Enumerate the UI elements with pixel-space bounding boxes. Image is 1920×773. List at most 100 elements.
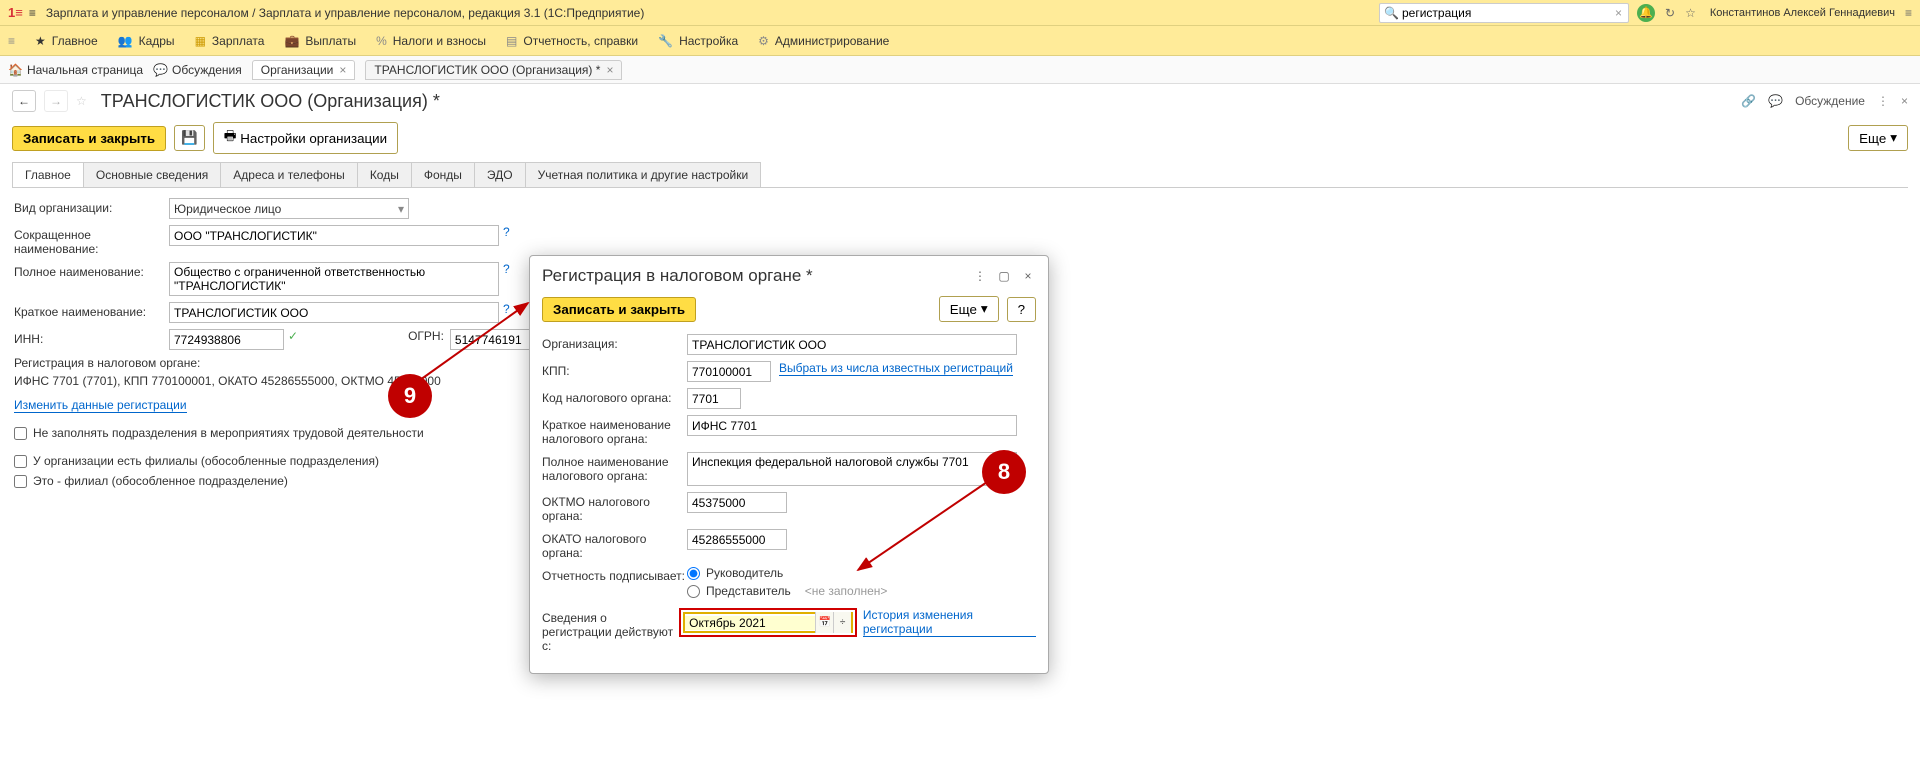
percent-icon: %	[376, 34, 387, 48]
save-icon: 💾	[181, 130, 198, 146]
favorite-toggle-icon[interactable]: ☆	[76, 94, 87, 108]
dlg-signer-label: Отчетность подписывает:	[542, 566, 687, 583]
calendar-icon[interactable]: 📅	[815, 612, 833, 633]
page-header: ← → ☆ ТРАНСЛОГИСТИК ООО (Организация) * …	[0, 84, 1920, 118]
menu-payments[interactable]: 💼Выплаты	[284, 34, 356, 48]
wrench-icon: 🔧	[658, 34, 673, 48]
help-icon[interactable]: ?	[503, 262, 510, 276]
more-button[interactable]: Еще ▾	[1848, 125, 1908, 151]
dlg-kpp-input[interactable]	[687, 361, 771, 382]
dialog-kebab-icon[interactable]: ⋮	[972, 269, 988, 283]
dlg-taxshort-input[interactable]	[687, 415, 1017, 436]
search-clear-icon[interactable]: ×	[1613, 6, 1624, 20]
tab-discussions[interactable]: 💬Обсуждения	[153, 63, 242, 77]
menu-hr[interactable]: 👥Кадры	[118, 34, 175, 48]
dlg-org-input[interactable]	[687, 334, 1017, 355]
nav-back-button[interactable]: ←	[12, 90, 36, 112]
favorites-icon[interactable]: ☆	[1685, 6, 1696, 20]
dialog-save-close-button[interactable]: Записать и закрыть	[542, 297, 696, 322]
tab-current-org[interactable]: ТРАНСЛОГИСТИК ООО (Организация) *×	[365, 60, 622, 80]
brief-name-label: Краткое наименование:	[14, 302, 169, 319]
ogrn-input[interactable]	[450, 329, 540, 350]
star-icon: ★	[35, 34, 46, 48]
menu-toggle-icon[interactable]: ≡	[29, 6, 36, 20]
formtab-main[interactable]: Главное	[12, 162, 84, 187]
user-menu-icon[interactable]: ≡	[1905, 6, 1912, 20]
dialog-close-icon[interactable]: ×	[1020, 269, 1036, 283]
brief-name-input[interactable]	[169, 302, 499, 323]
formtab-policy[interactable]: Учетная политика и другие настройки	[525, 162, 762, 187]
form-tabs: Главное Основные сведения Адреса и телеф…	[12, 162, 1908, 188]
close-page-icon[interactable]: ×	[1901, 94, 1908, 108]
formtab-addresses[interactable]: Адреса и телефоны	[220, 162, 358, 187]
spinner-icon[interactable]: ÷	[833, 612, 851, 633]
dlg-okato-input[interactable]	[687, 529, 787, 550]
change-reg-link[interactable]: Изменить данные регистрации	[14, 398, 187, 413]
dlg-select-known-link[interactable]: Выбрать из числа известных регистраций	[779, 361, 1013, 376]
menu-admin[interactable]: ⚙Администрирование	[758, 34, 889, 48]
user-name: Константинов Алексей Геннадиевич	[1710, 7, 1895, 19]
dlg-effective-label: Сведения о регистрации действуют с:	[542, 608, 679, 653]
discussion-icon[interactable]: 💬	[1768, 94, 1783, 108]
short-name-input[interactable]	[169, 225, 499, 246]
tab-organizations[interactable]: Организации×	[252, 60, 356, 80]
discussion-label[interactable]: Обсуждение	[1795, 94, 1865, 108]
dlg-history-link[interactable]: История изменения регистрации	[863, 608, 1036, 637]
dialog-more-button[interactable]: Еще ▾	[939, 296, 999, 322]
dlg-oktmo-input[interactable]	[687, 492, 787, 513]
formtab-funds[interactable]: Фонды	[411, 162, 475, 187]
formtab-basic[interactable]: Основные сведения	[83, 162, 221, 187]
notifications-icon[interactable]: 🔔	[1637, 4, 1655, 22]
menu-settings[interactable]: 🔧Настройка	[658, 34, 738, 48]
gear-icon: ⚙	[758, 34, 769, 48]
menu-grid-icon[interactable]: ≡	[8, 34, 15, 48]
dlg-effective-input[interactable]	[685, 616, 815, 630]
full-name-input[interactable]	[169, 262, 499, 296]
dlg-taxcode-input[interactable]	[687, 388, 741, 409]
search-box[interactable]: 🔍 ×	[1379, 3, 1629, 23]
dlg-taxshort-label: Краткое наименование налогового органа:	[542, 415, 687, 446]
close-icon[interactable]: ×	[606, 63, 613, 77]
dialog-title: Регистрация в налоговом органе *	[542, 266, 972, 286]
help-icon[interactable]: ?	[503, 225, 510, 239]
check-icon: ✓	[288, 329, 298, 343]
dlg-effective-highlight: 📅 ÷	[679, 608, 857, 637]
kebab-icon[interactable]: ⋮	[1877, 94, 1889, 108]
menu-salary[interactable]: ▦Зарплата	[195, 34, 265, 48]
menu-home[interactable]: ★Главное	[35, 34, 98, 48]
save-button[interactable]: 💾	[174, 125, 205, 151]
inn-input[interactable]	[169, 329, 284, 350]
dlg-effective-field[interactable]: 📅 ÷	[683, 612, 853, 633]
history-icon[interactable]: ↻	[1665, 6, 1675, 20]
help-icon[interactable]: ?	[503, 302, 510, 316]
dlg-taxfull-input[interactable]	[687, 452, 1017, 486]
formtab-codes[interactable]: Коды	[357, 162, 412, 187]
chevron-down-icon: ▾	[398, 202, 404, 216]
org-settings-button[interactable]: 🖶Настройки организации	[213, 122, 398, 154]
menu-reports[interactable]: ▤Отчетность, справки	[506, 34, 638, 48]
dialog-maximize-icon[interactable]: ▢	[996, 269, 1012, 283]
dlg-signer-rep[interactable]: Представитель<не заполнен>	[687, 584, 887, 598]
dlg-kpp-label: КПП:	[542, 361, 687, 378]
dialog-help-button[interactable]: ?	[1007, 297, 1036, 322]
close-icon[interactable]: ×	[339, 63, 346, 77]
dlg-org-label: Организация:	[542, 334, 687, 351]
ogrn-label: ОГРН:	[408, 329, 444, 343]
save-close-button[interactable]: Записать и закрыть	[12, 126, 166, 151]
short-name-label: Сокращенное наименование:	[14, 225, 169, 256]
dlg-rep-notfilled: <не заполнен>	[805, 584, 888, 598]
tab-home[interactable]: 🏠Начальная страница	[8, 63, 143, 77]
salary-icon: ▦	[195, 34, 206, 48]
link-icon[interactable]: 🔗	[1741, 94, 1756, 108]
search-input[interactable]	[1402, 6, 1613, 20]
dlg-signer-head[interactable]: Руководитель	[687, 566, 887, 580]
print-icon: 🖶	[224, 127, 237, 149]
formtab-edo[interactable]: ЭДО	[474, 162, 526, 187]
chat-icon: 💬	[153, 63, 168, 77]
menu-taxes[interactable]: %Налоги и взносы	[376, 34, 486, 48]
report-icon: ▤	[506, 34, 517, 48]
app-title: Зарплата и управление персоналом / Зарпл…	[46, 6, 645, 20]
dlg-oktmo-label: ОКТМО налогового органа:	[542, 492, 687, 523]
people-icon: 👥	[118, 34, 133, 48]
org-type-select[interactable]: Юридическое лицо▾	[169, 198, 409, 219]
